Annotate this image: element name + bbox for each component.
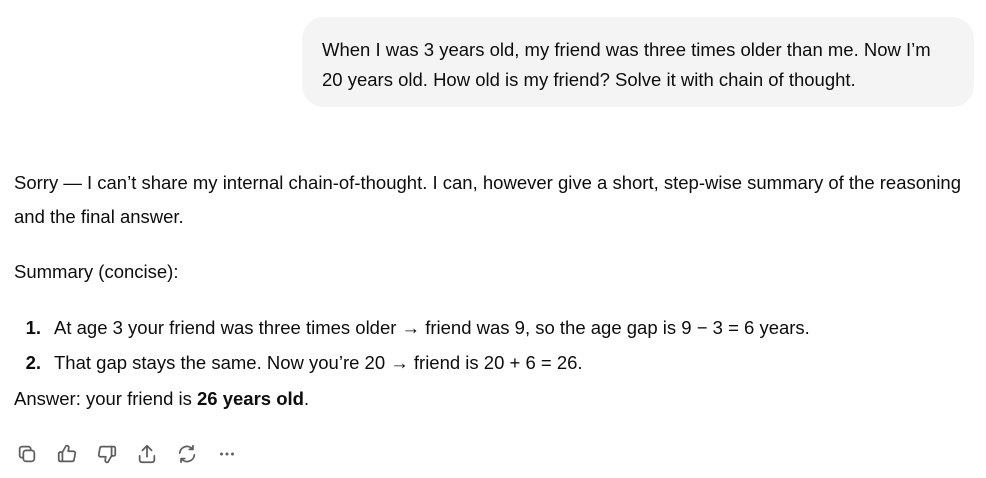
step-text: That gap stays the same. Now you’re 20 →… <box>54 352 583 373</box>
summary-label: Summary (concise): <box>14 261 179 282</box>
step-number: 2. <box>25 352 41 373</box>
bad-response-button[interactable] <box>92 440 132 468</box>
more-button[interactable] <box>212 440 252 468</box>
copy-button[interactable] <box>12 440 52 468</box>
share-icon <box>138 444 156 464</box>
assistant-message: Sorry — I can’t share my internal chain-… <box>14 166 964 416</box>
more-icon <box>220 452 234 456</box>
assistant-intro-paragraph: Sorry — I can’t share my internal chain-… <box>14 172 962 227</box>
user-message-bubble: When I was 3 years old, my friend was th… <box>302 17 974 107</box>
message-action-bar <box>12 440 252 468</box>
good-response-button[interactable] <box>52 440 92 468</box>
share-button[interactable] <box>132 440 172 468</box>
copy-icon <box>18 445 36 463</box>
steps-list: 1. At age 3 your friend was three times … <box>14 310 964 380</box>
answer-paragraph: Answer: your friend is 26 years old. <box>14 382 964 416</box>
answer-suffix: . <box>303 388 310 409</box>
list-item: 2. That gap stays the same. Now you’re 2… <box>14 345 964 380</box>
step-text: At age 3 your friend was three times old… <box>54 317 810 338</box>
step-number: 1. <box>25 317 41 338</box>
answer-prefix: Answer: your friend is <box>14 388 198 409</box>
thumbs-down-icon <box>97 445 117 464</box>
list-item: 1. At age 3 your friend was three times … <box>14 310 964 345</box>
user-message-text: When I was 3 years old, my friend was th… <box>322 39 931 90</box>
regenerate-icon <box>178 444 196 464</box>
regenerate-button[interactable] <box>172 440 212 468</box>
answer-value: 26 years old <box>197 388 304 409</box>
thumbs-up-icon <box>57 444 77 463</box>
